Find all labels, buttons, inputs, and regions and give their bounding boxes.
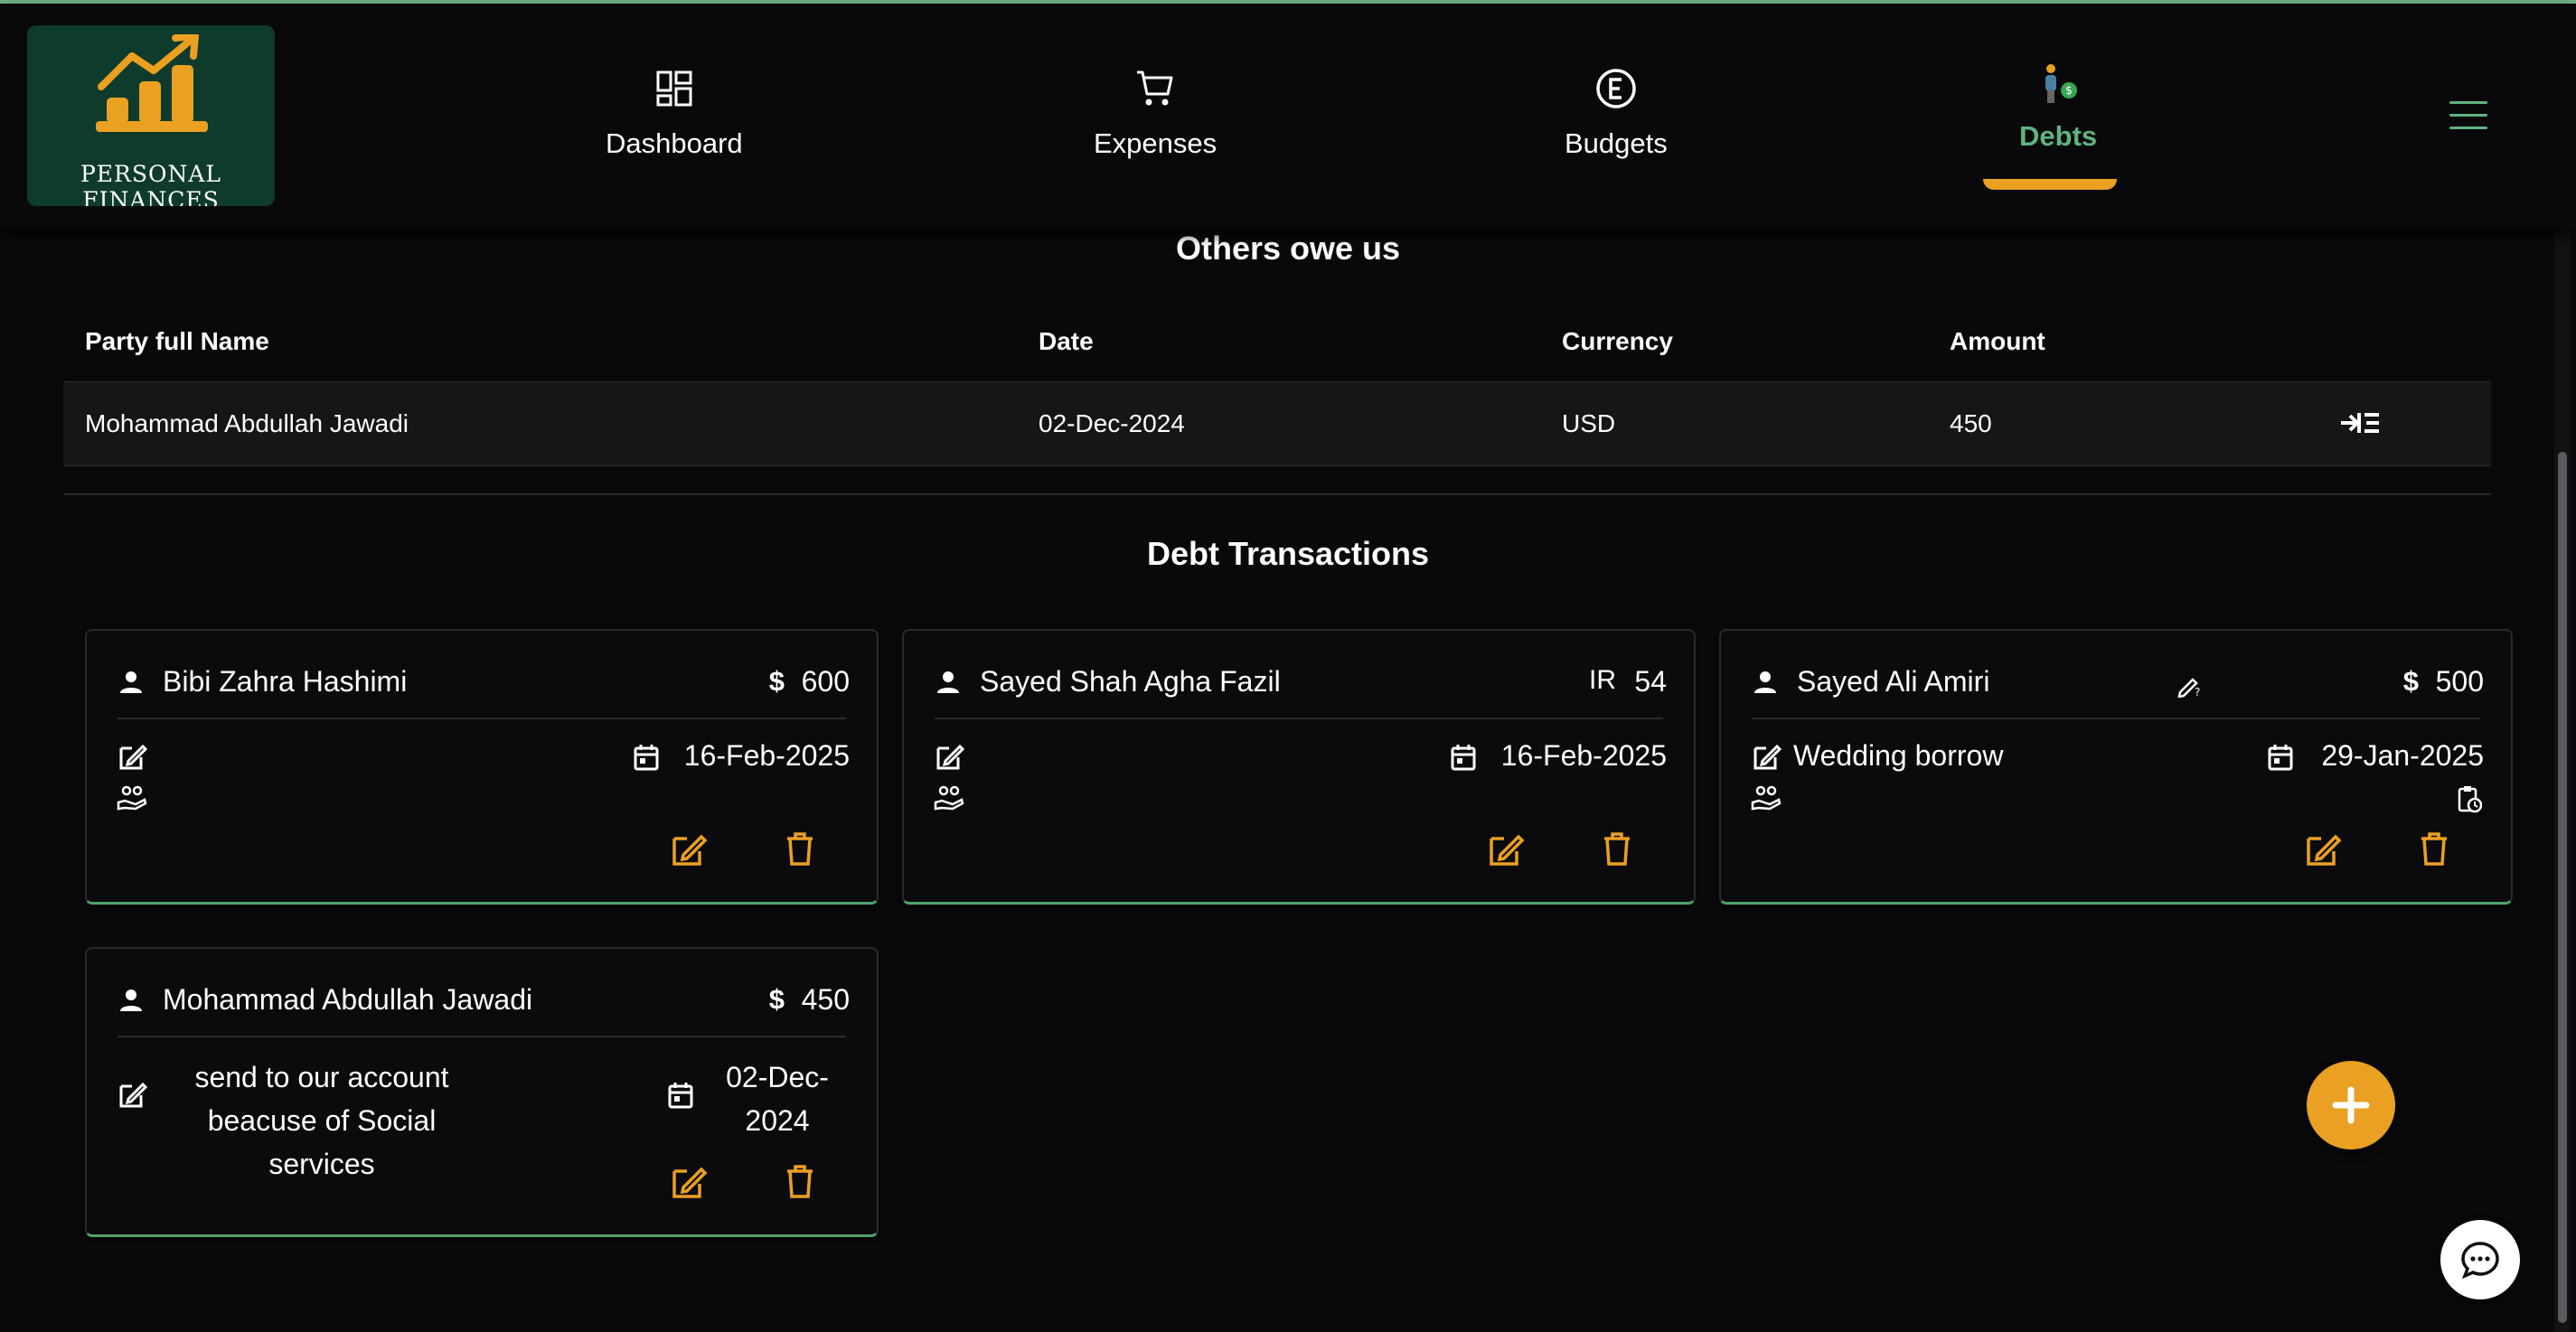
debt-card: Mohammad Abdullah Jawadi $ 450 send to o… xyxy=(85,947,879,1237)
cell-date: 02-Dec-2024 xyxy=(1039,409,1185,437)
hand-coin-icon xyxy=(1751,785,1782,811)
add-transaction-button[interactable] xyxy=(2307,1061,2395,1149)
card-party-name: Mohammad Abdullah Jawadi xyxy=(163,983,533,1016)
card-note: Wedding borrow xyxy=(1793,739,2004,772)
calendar-icon xyxy=(668,1083,693,1109)
growth-chart-logo-icon xyxy=(96,34,208,132)
clipboard-clock-icon xyxy=(2458,786,2482,813)
person-money-icon: $ xyxy=(2045,64,2078,103)
cell-currency: USD xyxy=(1562,409,1616,437)
edit-button[interactable] xyxy=(2303,831,2343,868)
note-edit-icon xyxy=(1753,744,1782,770)
hand-coin-icon xyxy=(934,785,964,811)
card-date: 02-Dec-2024 xyxy=(726,1061,829,1137)
hand-coin-icon xyxy=(117,785,147,811)
pencil-question-icon[interactable]: ? xyxy=(2176,671,2204,698)
debt-card: Sayed Ali Amiri ? $ 500 Wedding borrow 2… xyxy=(1719,629,2513,905)
card-amount: 54 xyxy=(1634,665,1667,698)
nav-label-expenses: Expenses xyxy=(1094,127,1217,159)
card-note: send to our account beacuse of Social se… xyxy=(194,1061,449,1180)
dollar-icon: $ xyxy=(768,665,785,697)
edit-button[interactable] xyxy=(669,831,709,868)
cell-amount: 450 xyxy=(1950,409,1992,437)
col-header-date: Date xyxy=(1039,327,1094,355)
person-icon xyxy=(120,990,142,1011)
euro-circle-icon xyxy=(1596,69,1636,108)
card-date: 16-Feb-2025 xyxy=(1500,739,1667,772)
scrollbar-thumb[interactable] xyxy=(2558,452,2567,1323)
col-header-name: Party full Name xyxy=(85,327,269,355)
card-party-name: Sayed Ali Amiri xyxy=(1797,665,1990,698)
expand-details-icon[interactable] xyxy=(2339,409,2381,436)
note-edit-icon xyxy=(119,1082,148,1108)
svg-text:?: ? xyxy=(2195,686,2200,698)
svg-text:$: $ xyxy=(2065,84,2073,97)
section-divider xyxy=(63,493,2491,495)
chat-button[interactable] xyxy=(2440,1220,2520,1299)
debt-card: Sayed Shah Agha Fazil IR 54 16-Feb-2025 xyxy=(902,629,1696,905)
others-owe-title: Others owe us xyxy=(1175,230,1401,267)
person-icon xyxy=(937,671,959,693)
top-navbar: PERSONAL FINANCES Dashboard Expenses Bud… xyxy=(0,4,2576,228)
app-logo[interactable]: PERSONAL FINANCES xyxy=(27,25,275,206)
currency-code: IR xyxy=(1589,665,1616,695)
cart-icon xyxy=(1137,70,1173,106)
nav-expenses[interactable]: Expenses xyxy=(1094,67,1217,160)
cell-name: Mohammad Abdullah Jawadi xyxy=(85,409,409,437)
nav-label-debts: Debts xyxy=(2019,120,2098,152)
table-row[interactable]: Mohammad Abdullah Jawadi 02-Dec-2024 USD… xyxy=(63,381,2491,466)
plus-icon xyxy=(2332,1086,2370,1124)
menu-icon[interactable] xyxy=(2449,101,2487,132)
dollar-icon: $ xyxy=(768,983,785,1015)
nav-label-dashboard: Dashboard xyxy=(606,127,743,159)
calendar-icon xyxy=(634,745,659,771)
debt-transactions-title: Debt Transactions xyxy=(1146,535,1430,572)
edit-button[interactable] xyxy=(669,1164,709,1200)
calendar-icon xyxy=(1451,745,1476,771)
delete-button[interactable] xyxy=(785,831,815,868)
calendar-icon xyxy=(2268,745,2293,771)
card-amount: 600 xyxy=(801,665,850,698)
debt-card: Bibi Zahra Hashimi $ 600 16-Feb-2025 xyxy=(85,629,879,905)
nav-budgets[interactable]: Budgets xyxy=(1565,67,1668,160)
col-header-currency: Currency xyxy=(1562,327,1673,355)
nav-label-budgets: Budgets xyxy=(1565,127,1668,159)
delete-button[interactable] xyxy=(785,1164,815,1200)
logo-text: PERSONAL FINANCES xyxy=(80,161,222,206)
nav-debts[interactable]: $ Debts xyxy=(2019,63,2097,153)
dollar-icon: $ xyxy=(2402,665,2419,697)
card-amount: 450 xyxy=(801,983,850,1016)
edit-button[interactable] xyxy=(1486,831,1526,868)
col-header-amount: Amount xyxy=(1950,327,2045,355)
card-party-name: Bibi Zahra Hashimi xyxy=(163,665,408,698)
dashboard-icon xyxy=(656,70,692,107)
delete-button[interactable] xyxy=(1602,831,1632,868)
active-tab-indicator xyxy=(1983,179,2117,190)
note-edit-icon xyxy=(119,744,148,770)
card-party-name: Sayed Shah Agha Fazil xyxy=(980,665,1281,698)
note-edit-icon xyxy=(936,744,965,770)
card-amount: 500 xyxy=(2435,665,2484,698)
card-date: 16-Feb-2025 xyxy=(683,739,850,772)
chat-bubble-icon xyxy=(2461,1242,2499,1280)
person-icon xyxy=(120,671,142,693)
card-date: 29-Jan-2025 xyxy=(2321,739,2484,772)
delete-button[interactable] xyxy=(2419,831,2449,868)
person-icon xyxy=(1754,671,1776,693)
nav-dashboard[interactable]: Dashboard xyxy=(606,67,743,160)
